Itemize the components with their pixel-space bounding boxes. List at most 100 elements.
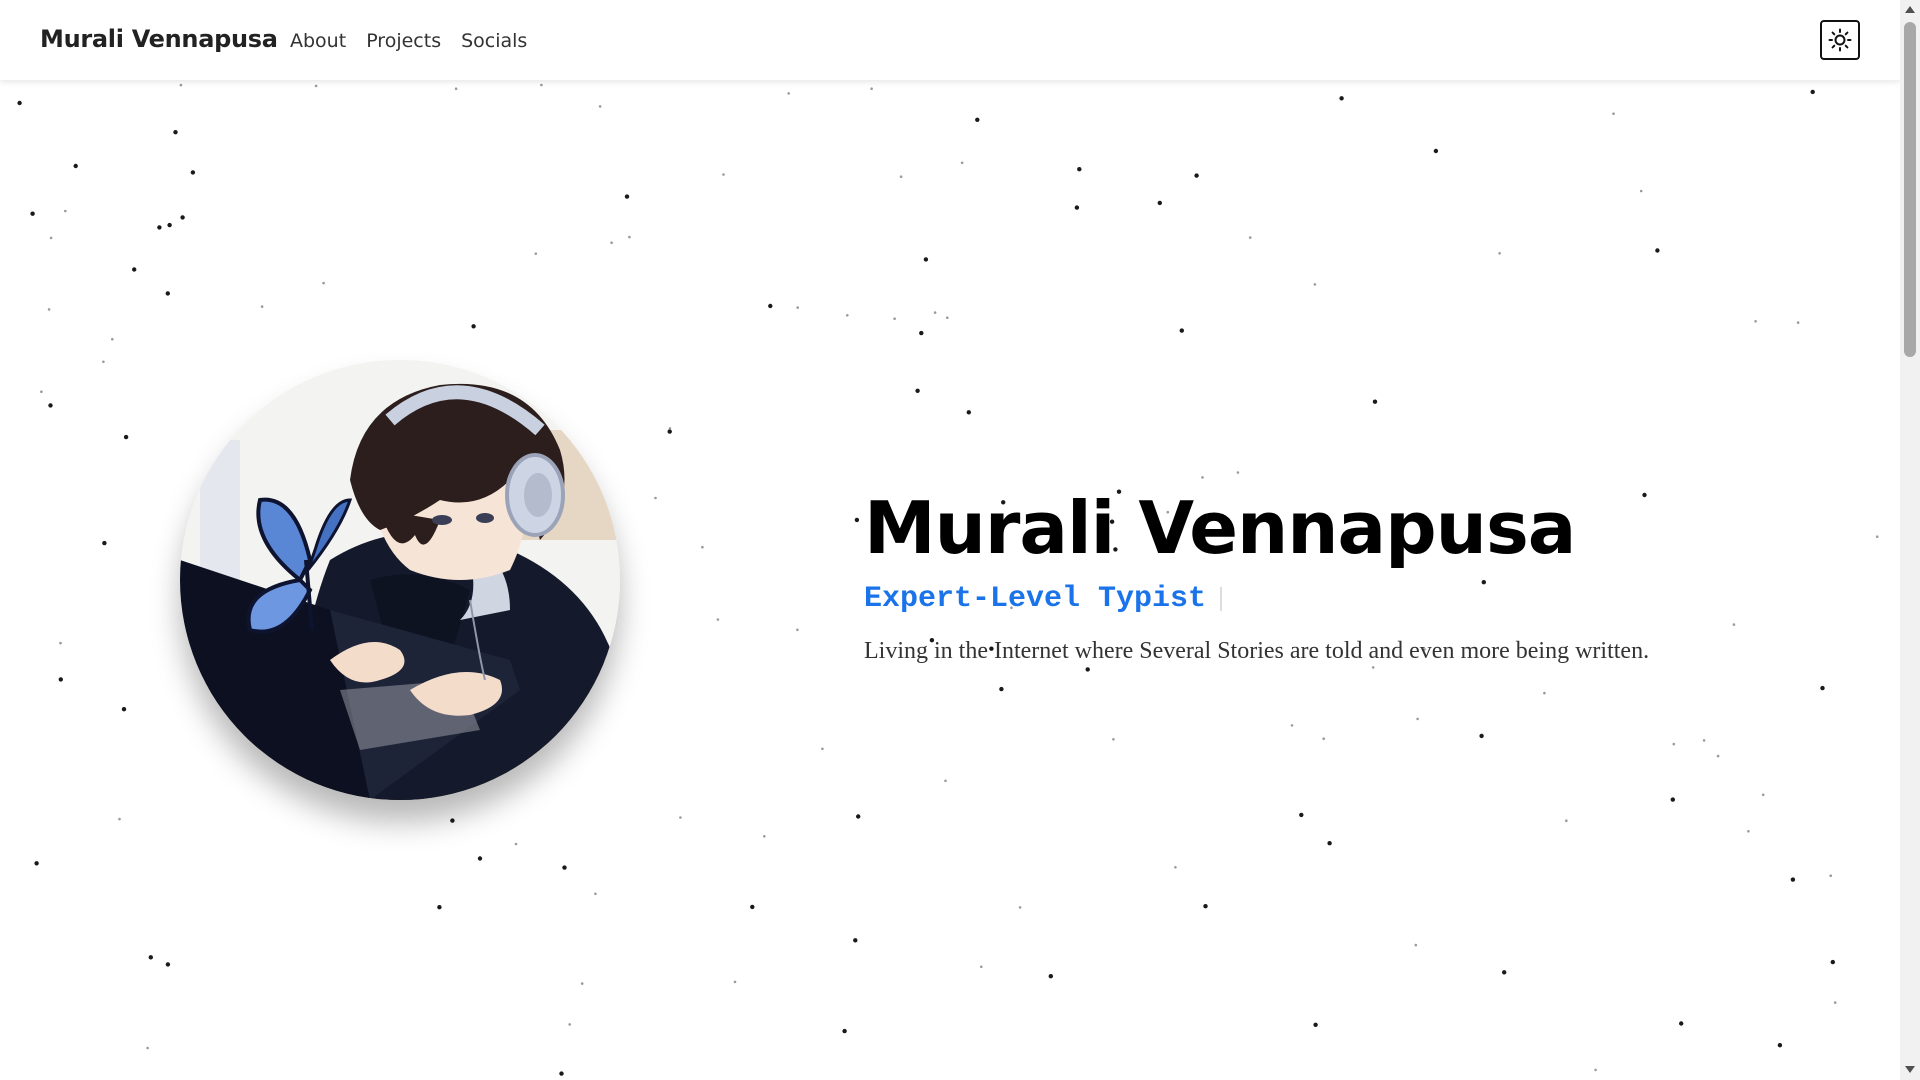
star-particle <box>1829 874 1832 877</box>
star-particle <box>534 252 538 255</box>
star-particle <box>946 316 949 320</box>
typing-cursor <box>1220 587 1223 611</box>
nav-link-socials[interactable]: Socials <box>461 30 527 52</box>
star-particle <box>980 965 983 969</box>
star-particle <box>1543 691 1546 695</box>
star-particle <box>1790 877 1796 882</box>
star-particle <box>1112 738 1115 741</box>
star-particle <box>856 814 861 819</box>
star-particle <box>1416 717 1419 721</box>
star-particle <box>854 517 860 523</box>
star-particle <box>1830 959 1836 965</box>
star-particle <box>722 173 725 176</box>
star-particle <box>1174 866 1177 869</box>
page-scrollbar[interactable] <box>1900 0 1920 1080</box>
star-particle <box>1322 737 1325 740</box>
star-particle <box>118 817 121 821</box>
star-particle <box>768 303 773 309</box>
star-particle <box>1639 189 1643 193</box>
star-particle <box>1339 96 1344 101</box>
star-particle <box>260 305 264 308</box>
star-particle <box>628 235 631 239</box>
hero-tagline: Living in the Internet where Several Sto… <box>864 638 1650 664</box>
star-particle <box>1833 1001 1837 1004</box>
star-particle <box>1732 623 1736 626</box>
nav-link-about[interactable]: About <box>290 30 346 52</box>
hero-role-text: Expert-Level Typist <box>864 582 1207 616</box>
star-particle <box>668 427 672 430</box>
star-particle <box>1074 205 1080 210</box>
star-particle <box>165 291 170 296</box>
star-particle <box>190 170 196 175</box>
star-particle <box>853 938 858 943</box>
star-particle <box>1018 906 1022 909</box>
star-particle <box>1290 724 1294 727</box>
star-particle <box>1077 167 1082 172</box>
star-particle <box>1203 904 1208 909</box>
star-particle <box>1716 754 1720 758</box>
scroll-thumb[interactable] <box>1904 22 1916 357</box>
star-particle <box>1777 1043 1783 1048</box>
star-particle <box>1299 812 1304 818</box>
star-particle <box>667 429 672 434</box>
star-particle <box>58 677 63 682</box>
star-particle <box>102 540 107 546</box>
star-particle <box>1157 200 1163 206</box>
page: Murali Vennapusa About Projects Socials <box>0 0 1920 1080</box>
star-particle <box>1327 841 1332 846</box>
star-particle <box>179 83 183 87</box>
star-particle <box>1194 173 1199 178</box>
star-particle <box>146 1046 149 1050</box>
star-particle <box>34 861 39 866</box>
theme-toggle-button[interactable] <box>1820 20 1860 60</box>
star-particle <box>165 962 171 967</box>
star-particle <box>796 628 799 632</box>
star-particle <box>40 390 43 394</box>
star-particle <box>1433 148 1439 154</box>
star-particle <box>1612 112 1615 115</box>
star-particle <box>1594 1068 1597 1072</box>
star-particle <box>846 314 849 317</box>
star-particle <box>1502 970 1507 975</box>
star-particle <box>1565 819 1568 822</box>
star-particle <box>123 434 129 440</box>
star-particle <box>111 337 114 341</box>
star-particle <box>598 105 602 108</box>
scroll-down-arrow-icon[interactable] <box>1905 1066 1915 1073</box>
hero-name: Murali Vennapusa <box>864 486 1576 570</box>
star-particle <box>167 222 172 228</box>
nav-link-projects[interactable]: Projects <box>366 30 441 52</box>
star-particle <box>148 955 153 960</box>
star-particle <box>842 1028 847 1034</box>
star-particle <box>1754 320 1757 323</box>
star-particle <box>17 100 22 106</box>
star-particle <box>450 818 455 823</box>
star-particle <box>899 175 903 178</box>
star-particle <box>1313 283 1317 286</box>
avatar <box>180 360 620 800</box>
star-particle <box>933 311 937 314</box>
brand-link[interactable]: Murali Vennapusa <box>40 25 278 53</box>
star-particle <box>923 257 929 262</box>
star-particle <box>47 308 51 311</box>
star-particle <box>180 215 185 220</box>
star-particle <box>1796 321 1800 324</box>
sun-icon <box>1828 28 1852 52</box>
star-particle <box>716 618 720 621</box>
star-particle <box>610 241 613 244</box>
star-particle <box>1820 685 1825 691</box>
star-particle <box>787 92 790 95</box>
scroll-up-arrow-icon[interactable] <box>1905 6 1915 13</box>
star-particle <box>559 1071 564 1076</box>
star-particle <box>173 130 178 135</box>
star-particle <box>540 83 543 87</box>
star-particle <box>870 87 873 90</box>
star-particle <box>893 317 896 321</box>
star-particle <box>1498 252 1501 255</box>
star-particle <box>132 267 137 272</box>
star-particle <box>314 84 318 88</box>
star-particle <box>102 360 105 364</box>
star-particle <box>1372 399 1378 404</box>
star-particle <box>1672 742 1676 746</box>
star-particle <box>701 545 704 549</box>
